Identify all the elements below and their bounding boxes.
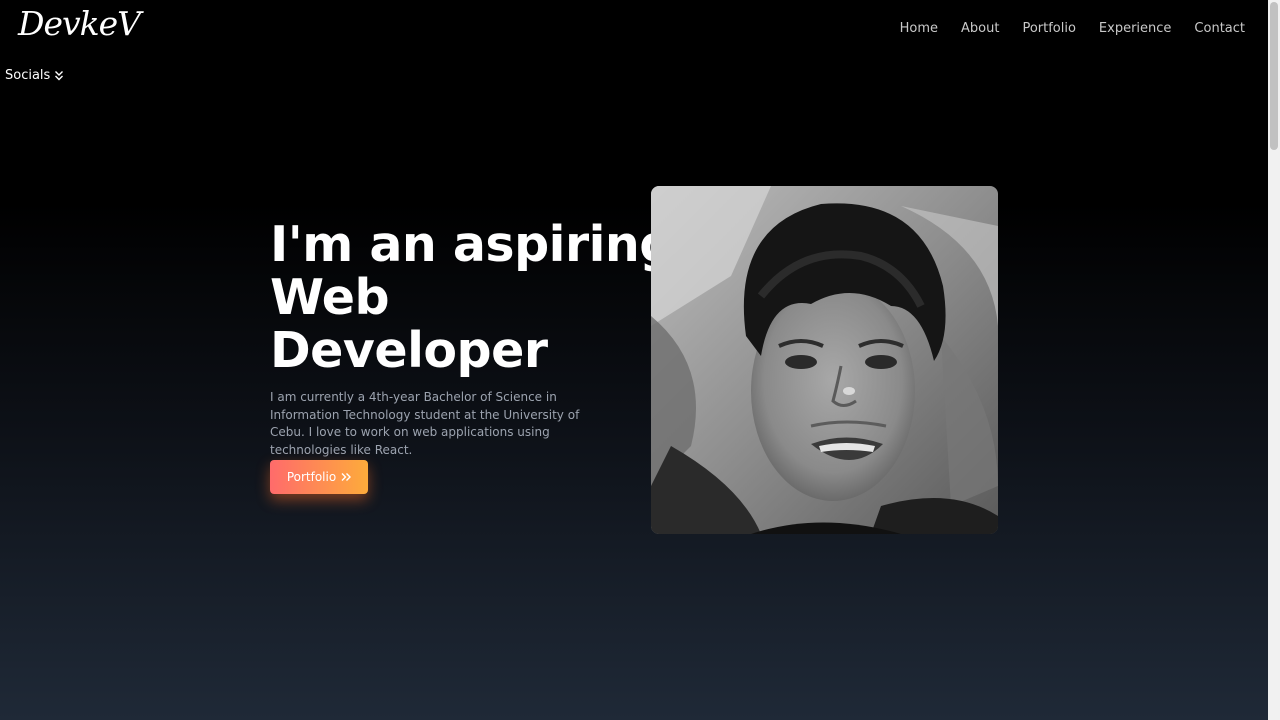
hero-description: I am currently a 4th-year Bachelor of Sc… <box>270 390 580 457</box>
portfolio-button-label: Portfolio <box>286 470 337 484</box>
profile-photo <box>651 186 998 534</box>
portfolio-button[interactable]: Portfolio <box>270 460 368 494</box>
nav-experience[interactable]: Experience <box>1099 19 1172 39</box>
nav-about[interactable]: About <box>961 19 999 39</box>
hero-title-line-2: Web <box>270 269 390 326</box>
double-chevron-right-icon <box>341 473 352 481</box>
scrollbar-thumb[interactable] <box>1270 2 1278 150</box>
double-chevron-down-icon <box>55 70 64 80</box>
nav-contact[interactable]: Contact <box>1194 19 1245 39</box>
hero-title-line-3: Developer <box>270 322 548 379</box>
socials-toggle[interactable]: Socials <box>5 68 64 83</box>
hero-title-line-1: I'm an aspiring <box>270 216 674 273</box>
profile-photo-image <box>651 186 998 534</box>
hero-title: I'm an aspiring Web Developer <box>270 216 674 379</box>
main-nav: Home About Portfolio Experience Contact <box>900 19 1245 39</box>
page-scrollbar[interactable] <box>1268 0 1280 720</box>
nav-portfolio[interactable]: Portfolio <box>1022 19 1075 39</box>
socials-label: Socials <box>5 68 51 83</box>
site-logo[interactable]: DevkeV <box>18 2 141 46</box>
nav-home[interactable]: Home <box>900 19 938 39</box>
